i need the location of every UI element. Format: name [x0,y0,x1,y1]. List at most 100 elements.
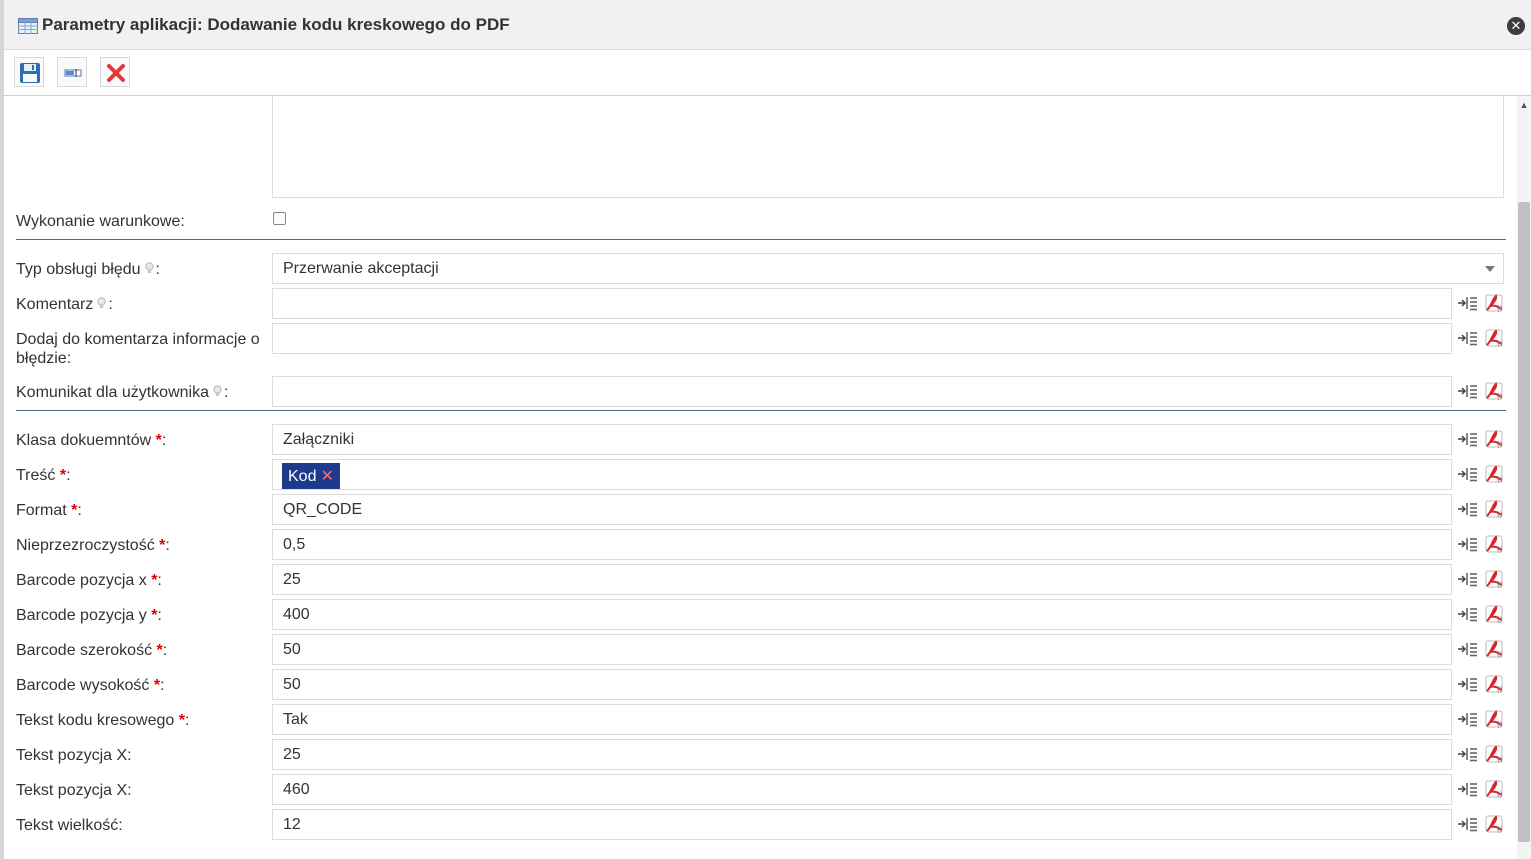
function-icon[interactable]: () [1483,744,1505,764]
insert-variable-icon[interactable] [1457,294,1479,312]
lightbulb-icon [213,385,222,396]
svg-text:(): () [1497,305,1503,313]
save-icon [20,63,40,83]
param-label-text-x-2: Tekst pozycja X: [16,782,132,799]
param-input-content[interactable]: Kod ✕ [272,459,1452,490]
svg-text:(): () [1497,581,1503,589]
insert-variable-icon[interactable] [1457,605,1479,623]
insert-variable-icon[interactable] [1457,675,1479,693]
svg-text:(): () [1497,393,1503,401]
insert-variable-icon[interactable] [1457,815,1479,833]
param-label-barcode-x: Barcode pozycja x *: [16,572,162,589]
content-tag: Kod ✕ [282,463,340,489]
function-icon[interactable]: () [1483,534,1505,554]
function-icon[interactable]: () [1483,293,1505,313]
svg-text:(): () [1497,476,1503,484]
lightbulb-icon [144,262,154,273]
cancel-button[interactable] [100,57,130,87]
field-icon [64,69,82,77]
svg-text:(): () [1497,826,1503,834]
param-label-opacity: Nieprzezroczystość *: [16,537,170,554]
function-icon[interactable]: () [1483,779,1505,799]
param-label-barcode-y: Barcode pozycja y *: [16,607,162,624]
function-icon[interactable]: () [1483,464,1505,484]
param-label-content: Treść *: [16,467,71,484]
param-label-barcode-width: Barcode szerokość *: [16,642,168,659]
param-input-text-x[interactable]: 25 [272,739,1452,770]
svg-text:(): () [1497,791,1503,799]
remove-tag-icon[interactable]: ✕ [320,468,333,485]
chevron-down-icon [1485,266,1495,272]
function-icon[interactable]: () [1483,328,1505,348]
function-icon[interactable]: () [1483,381,1505,401]
param-input-barcode-x[interactable]: 25 [272,564,1452,595]
param-label-barcode-height: Barcode wysokość *: [16,677,165,694]
param-input-text-x-2[interactable]: 460 [272,774,1452,805]
function-icon[interactable]: () [1483,499,1505,519]
description-textarea[interactable] [272,96,1504,198]
param-label-doc-class: Klasa dokuemntów *: [16,432,167,449]
user-message-input[interactable] [272,376,1452,407]
insert-variable-icon[interactable] [1457,430,1479,448]
comment-label: Komentarz: [16,296,113,313]
function-icon[interactable]: () [1483,814,1505,834]
svg-text:(): () [1497,340,1503,348]
insert-variable-icon[interactable] [1457,382,1479,400]
param-input-barcode-width[interactable]: 50 [272,634,1452,665]
param-label-barcode-text: Tekst kodu kresowego *: [16,712,190,729]
insert-variable-icon[interactable] [1457,710,1479,728]
function-icon[interactable]: () [1483,709,1505,729]
scroll-up-icon[interactable]: ▲ [1517,100,1531,112]
insert-variable-icon[interactable] [1457,535,1479,553]
insert-variable-icon[interactable] [1457,465,1479,483]
svg-text:(): () [1497,616,1503,624]
param-input-opacity[interactable]: 0,5 [272,529,1452,560]
save-button[interactable] [14,57,44,87]
insert-variable-icon[interactable] [1457,570,1479,588]
svg-text:(): () [1497,441,1503,449]
dialog-window: Parametry aplikacji: Dodawanie kodu kres… [0,0,1532,859]
function-icon[interactable]: () [1483,429,1505,449]
svg-text:(): () [1497,511,1503,519]
toolbar [4,50,1531,96]
close-window-button[interactable]: ✕ [1507,17,1525,35]
insert-variable-icon[interactable] [1457,745,1479,763]
param-label-text-x: Tekst pozycja X: [16,747,132,764]
param-input-barcode-text[interactable]: Tak [272,704,1452,735]
svg-text:(): () [1497,651,1503,659]
form-content: Wykonanie warunkowe: Typ obsługi błędu: … [4,96,1518,859]
error-type-select[interactable]: Przerwanie akceptacji [272,253,1504,284]
close-x-icon [107,64,125,82]
vertical-scrollbar[interactable]: ▲ [1517,96,1531,859]
svg-text:(): () [1497,546,1503,554]
add-info-input[interactable] [272,323,1452,354]
conditional-checkbox[interactable] [273,212,286,225]
param-input-text-size[interactable]: 12 [272,809,1452,840]
add-info-label: Dodaj do komentarza informacje o błędzie… [16,331,260,367]
param-input-doc-class[interactable]: Załączniki [272,424,1452,455]
user-message-label: Komunikat dla użytkownika: [16,384,229,401]
svg-text:(): () [1497,721,1503,729]
svg-text:(): () [1497,756,1503,764]
insert-variable-icon[interactable] [1457,500,1479,518]
scroll-thumb[interactable] [1518,202,1530,842]
lightbulb-icon [97,297,106,308]
insert-variable-icon[interactable] [1457,640,1479,658]
param-input-barcode-height[interactable]: 50 [272,669,1452,700]
error-type-label: Typ obsługi błędu: [16,261,160,278]
function-icon[interactable]: () [1483,674,1505,694]
conditional-label: Wykonanie warunkowe: [16,213,185,230]
param-input-format[interactable]: QR_CODE [272,494,1452,525]
svg-text:(): () [1497,686,1503,694]
function-icon[interactable]: () [1483,604,1505,624]
function-icon[interactable]: () [1483,569,1505,589]
comment-input[interactable] [272,288,1452,319]
section-separator [16,239,1506,240]
insert-variable-icon[interactable] [1457,780,1479,798]
insert-variable-icon[interactable] [1457,329,1479,347]
param-input-barcode-y[interactable]: 400 [272,599,1452,630]
rename-button[interactable] [57,57,87,87]
window-title: Parametry aplikacji: Dodawanie kodu kres… [42,15,510,34]
section-separator [16,410,1506,411]
function-icon[interactable]: () [1483,639,1505,659]
